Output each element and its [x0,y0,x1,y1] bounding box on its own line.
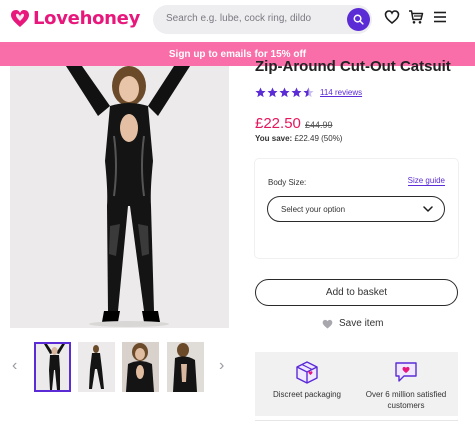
feature-customers-text: Over 6 million satisfied customers [365,390,447,410]
search-button[interactable] [347,8,370,31]
search-bar[interactable]: Search e.g. lube, cock ring, dildo [153,5,372,34]
product-title: Zip-Around Cut-Out Catsuit [255,58,451,75]
feature-discreet: Discreet packaging [263,360,351,400]
you-save: You save: £22.49 (50%) [255,134,342,143]
catsuit-model-image [10,66,229,328]
thumbnail-3[interactable] [122,342,159,392]
menu-icon[interactable] [432,9,448,25]
feature-customers: Over 6 million satisfied customers [359,360,453,411]
header: Lovehoney Search e.g. lube, cock ring, d… [0,0,475,42]
thumb-prev-arrow[interactable]: ‹ [12,357,17,375]
chevron-down-icon [423,206,433,212]
add-to-basket-button[interactable]: Add to basket [255,279,458,306]
brand-name: Lovehoney [33,8,141,29]
size-guide-link[interactable]: Size guide [407,176,445,186]
size-label: Body Size: [268,178,307,187]
thumbnail-1[interactable] [34,342,71,392]
heart-logo-icon [11,9,29,27]
thumbnail-2[interactable] [78,342,115,392]
star-icon [255,87,266,98]
thumbnail-image [78,342,115,392]
size-select-value: Select your option [281,205,346,214]
heart-icon [322,319,333,328]
thumbnail-4[interactable] [167,342,204,392]
speech-heart-icon [395,362,417,382]
star-icon [279,87,290,98]
search-placeholder: Search e.g. lube, cock ring, dildo [166,13,312,24]
thumbnail-image [122,342,159,392]
rating[interactable]: 114 reviews [255,87,362,98]
search-icon [353,14,364,25]
you-save-value: £22.49 (50%) [294,134,343,143]
current-price: £22.50 [255,115,301,132]
features-panel: Discreet packaging Over 6 million satisf… [255,352,458,416]
basket-icon[interactable] [408,9,424,25]
brand-logo[interactable]: Lovehoney [10,8,140,29]
save-item-button[interactable]: Save item [322,318,383,329]
size-select[interactable]: Select your option [267,196,445,222]
divider [255,420,458,421]
size-selector-panel: Body Size: Size guide Select your option [255,159,458,258]
add-to-basket-label: Add to basket [325,287,388,298]
save-item-label: Save item [339,318,384,329]
star-icon [267,87,278,98]
half-star-icon [303,87,314,98]
feature-discreet-text: Discreet packaging [272,390,342,399]
thumbnail-image [167,342,204,392]
product-main-image[interactable] [10,66,229,328]
you-save-label: You save: [255,134,293,143]
reviews-link[interactable]: 114 reviews [320,88,362,97]
star-icon [291,87,302,98]
discreet-box-icon [296,361,318,384]
heart-icon[interactable] [384,9,400,25]
thumbnail-image [36,344,69,390]
old-price: £44.99 [305,120,333,130]
thumb-next-arrow[interactable]: › [219,357,224,375]
